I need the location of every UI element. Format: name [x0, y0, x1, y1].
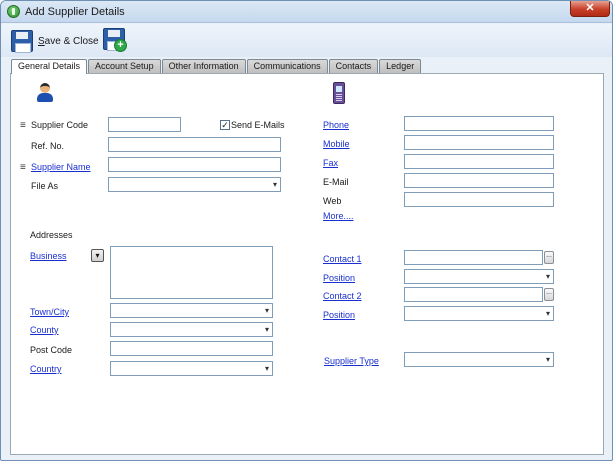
fax-link[interactable]: Fax: [323, 158, 338, 168]
comms-separator: [353, 92, 561, 93]
supplier-name-input[interactable]: [108, 157, 281, 172]
post-code-label: Post Code: [30, 345, 73, 355]
addresses-heading: Addresses: [30, 230, 73, 240]
contact2-link[interactable]: Contact 2: [323, 291, 362, 301]
address-type-dropdown-button[interactable]: ▾: [91, 249, 104, 262]
tab-communications[interactable]: Communications: [246, 59, 328, 73]
tab-account-setup[interactable]: Account Setup: [88, 59, 161, 73]
web-label: Web: [323, 196, 342, 206]
floppy-disk-icon: [11, 30, 33, 53]
supplier-code-label: Supplier Code: [31, 120, 89, 130]
town-city-link[interactable]: Town/City: [30, 307, 69, 317]
phone-link[interactable]: Phone: [323, 120, 349, 130]
toolbar: Save & Close +: [1, 24, 612, 57]
supplier-code-input[interactable]: [108, 117, 181, 132]
web-input[interactable]: [404, 192, 554, 207]
email-input[interactable]: [404, 173, 554, 188]
send-emails-label: Send E-Mails: [231, 120, 285, 130]
town-city-select[interactable]: [110, 303, 273, 318]
contact1-browse-button[interactable]: ...: [544, 251, 554, 264]
person-icon: [36, 83, 54, 103]
mobile-phone-icon: [333, 82, 345, 104]
send-emails-checkbox[interactable]: ✓: [220, 120, 230, 130]
contact2-browse-button[interactable]: ...: [544, 288, 554, 301]
required-marker: ≡: [20, 162, 26, 173]
title-bar: Add Supplier Details ✕: [1, 1, 612, 23]
country-link[interactable]: Country: [30, 364, 62, 374]
county-link[interactable]: County: [30, 325, 59, 335]
general-details-panel: ≡ Supplier Code ✓ Send E-Mails Ref. No. …: [10, 73, 604, 455]
contacts-separator: [309, 238, 561, 239]
more-link[interactable]: More....: [323, 211, 354, 221]
country-select[interactable]: [110, 361, 273, 376]
contact1-input[interactable]: [404, 250, 543, 265]
addresses-separator-left: [16, 234, 26, 235]
address-textarea[interactable]: [110, 246, 273, 299]
required-marker: ≡: [20, 120, 26, 131]
phone-input[interactable]: [404, 116, 554, 131]
tab-ledger[interactable]: Ledger: [379, 59, 422, 73]
position2-select[interactable]: [404, 306, 554, 321]
position1-link[interactable]: Position: [323, 273, 355, 283]
addresses-separator: [75, 234, 289, 235]
tab-other-information[interactable]: Other Information: [161, 59, 246, 73]
supplier-window: Add Supplier Details ✕ Save & Close + Ge…: [0, 0, 613, 461]
tab-contacts[interactable]: Contacts: [328, 59, 379, 73]
supplier-type-select[interactable]: [404, 352, 554, 367]
save-new-button[interactable]: +: [103, 28, 127, 52]
position1-select[interactable]: [404, 269, 554, 284]
close-button[interactable]: ✕: [570, 1, 610, 17]
fax-input[interactable]: [404, 154, 554, 169]
file-as-select[interactable]: [108, 177, 281, 192]
supplier-type-separator: [309, 339, 561, 340]
supplier-type-link[interactable]: Supplier Type: [324, 356, 379, 366]
file-as-label: File As: [31, 181, 59, 191]
county-select[interactable]: [110, 322, 273, 337]
ref-no-label: Ref. No.: [31, 141, 65, 151]
email-label: E-Mail: [323, 177, 349, 187]
post-code-input[interactable]: [110, 341, 273, 356]
save-close-button[interactable]: Save & Close: [11, 28, 99, 54]
mobile-link[interactable]: Mobile: [323, 139, 350, 149]
contact1-link[interactable]: Contact 1: [323, 254, 362, 264]
ref-no-input[interactable]: [108, 137, 281, 152]
plus-icon: +: [114, 39, 127, 52]
supplier-name-link[interactable]: Supplier Name: [31, 162, 91, 172]
tab-strip: General Details Account Setup Other Info…: [11, 59, 422, 74]
position2-link[interactable]: Position: [323, 310, 355, 320]
window-title: Add Supplier Details: [25, 6, 125, 18]
business-address-link[interactable]: Business: [30, 251, 67, 261]
general-separator: [61, 92, 289, 93]
app-icon: [7, 5, 20, 18]
contact2-input[interactable]: [404, 287, 543, 302]
mobile-input[interactable]: [404, 135, 554, 150]
tab-general-details[interactable]: General Details: [11, 59, 88, 74]
save-close-label: Save & Close: [38, 35, 99, 47]
